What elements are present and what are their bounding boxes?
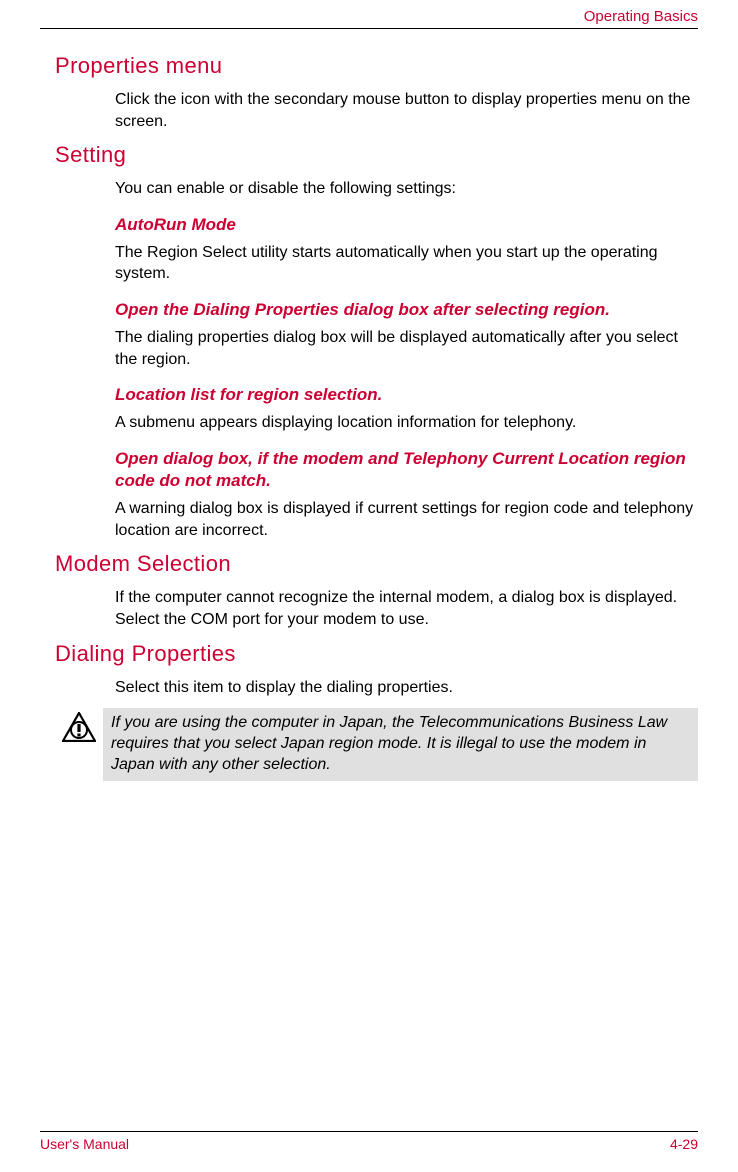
warning-triangle-icon (62, 712, 96, 742)
dialing-properties-heading: Dialing Properties (55, 641, 698, 667)
open-dialing-body: The dialing properties dialog box will b… (115, 327, 698, 370)
open-dialog-heading: Open dialog box, if the modem and Teleph… (115, 448, 698, 492)
warning-icon-container (55, 708, 103, 742)
modem-selection-heading: Modem Selection (55, 551, 698, 577)
open-dialing-heading: Open the Dialing Properties dialog box a… (115, 299, 698, 321)
warning-callout: If you are using the computer in Japan, … (55, 708, 698, 780)
setting-heading: Setting (55, 142, 698, 168)
properties-menu-heading: Properties menu (55, 53, 698, 79)
autorun-mode-body: The Region Select utility starts automat… (115, 242, 698, 285)
properties-menu-body: Click the icon with the secondary mouse … (115, 89, 698, 132)
location-list-body: A submenu appears displaying location in… (115, 412, 698, 434)
page-content: Properties menu Click the icon with the … (40, 29, 698, 781)
open-dialog-body: A warning dialog box is displayed if cur… (115, 498, 698, 541)
dialing-properties-body: Select this item to display the dialing … (115, 677, 698, 699)
page-footer: User's Manual 4-29 (40, 1131, 698, 1152)
chapter-title: Operating Basics (584, 8, 698, 25)
location-list-heading: Location list for region selection. (115, 384, 698, 406)
footer-left: User's Manual (40, 1136, 129, 1152)
autorun-mode-heading: AutoRun Mode (115, 214, 698, 236)
page-header: Operating Basics (40, 0, 698, 29)
modem-selection-body: If the computer cannot recognize the int… (115, 587, 698, 630)
footer-right: 4-29 (670, 1136, 698, 1152)
warning-text: If you are using the computer in Japan, … (103, 708, 698, 780)
setting-intro: You can enable or disable the following … (115, 178, 698, 200)
